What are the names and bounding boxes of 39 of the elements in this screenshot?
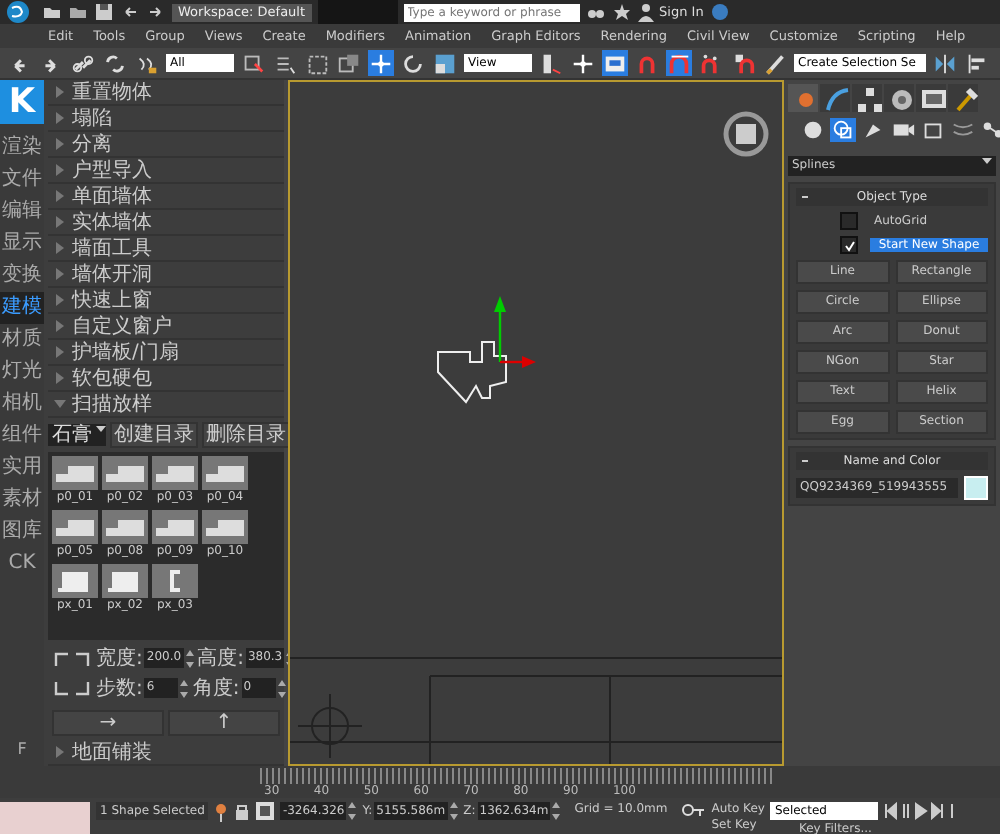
- rollout-item[interactable]: 墙面工具: [72, 234, 152, 262]
- rollout-item[interactable]: 快速上窗: [72, 286, 152, 314]
- rollout-item[interactable]: 自定义窗户: [72, 312, 172, 340]
- sidebar-tab[interactable]: 图库: [0, 516, 44, 548]
- plugin-logo: K: [0, 80, 44, 124]
- sidebar-tab[interactable]: 显示: [0, 228, 44, 260]
- rollout-item[interactable]: 分离: [72, 130, 112, 158]
- rollout-item[interactable]: 实体墙体: [72, 208, 152, 236]
- sidebar-tab[interactable]: CK: [0, 548, 44, 580]
- rollout-item[interactable]: 单面墙体: [72, 182, 152, 210]
- rollout-item[interactable]: 软包硬包: [72, 364, 152, 392]
- param-label: 步数:: [96, 675, 143, 702]
- rollout-item[interactable]: 户型导入: [72, 156, 152, 184]
- panel-button[interactable]: 删除目录: [202, 422, 290, 448]
- rollout-item[interactable]: 地面铺装: [72, 738, 152, 766]
- sidebar-tab[interactable]: 文件: [0, 164, 44, 196]
- sidebar-tab[interactable]: 灯光: [0, 356, 44, 388]
- sidebar-tab[interactable]: 素材: [0, 484, 44, 516]
- rollout-item[interactable]: 护墙板/门扇: [72, 338, 179, 366]
- arrow-button[interactable]: ↑: [168, 710, 280, 736]
- category-dropdown[interactable]: 石膏: [48, 424, 106, 446]
- sidebar-tab[interactable]: 组件: [0, 420, 44, 452]
- panel-button[interactable]: 创建目录: [110, 422, 198, 448]
- param-label: 角度:: [192, 675, 240, 702]
- param-label: 高度:: [197, 645, 244, 672]
- param-label: 宽度:: [96, 645, 143, 672]
- rollout-item[interactable]: 塌陷: [72, 104, 112, 132]
- sidebar-tab[interactable]: 变换: [0, 260, 44, 292]
- sidebar-tab[interactable]: 相机: [0, 388, 44, 420]
- arrow-button[interactable]: →: [52, 710, 164, 736]
- sidebar-tab[interactable]: 建模: [0, 292, 44, 324]
- sidebar-tab[interactable]: 渲染: [0, 132, 44, 164]
- rollout-item[interactable]: 墙体开洞: [72, 260, 152, 288]
- sidebar-tab[interactable]: 实用: [0, 452, 44, 484]
- sidebar-tab[interactable]: 编辑: [0, 196, 44, 228]
- sidebar-tab[interactable]: 材质: [0, 324, 44, 356]
- rollout-item[interactable]: 扫描放样: [72, 390, 152, 418]
- rollout-item[interactable]: 重置物体: [72, 78, 152, 106]
- sidebar-label: F: [17, 740, 27, 758]
